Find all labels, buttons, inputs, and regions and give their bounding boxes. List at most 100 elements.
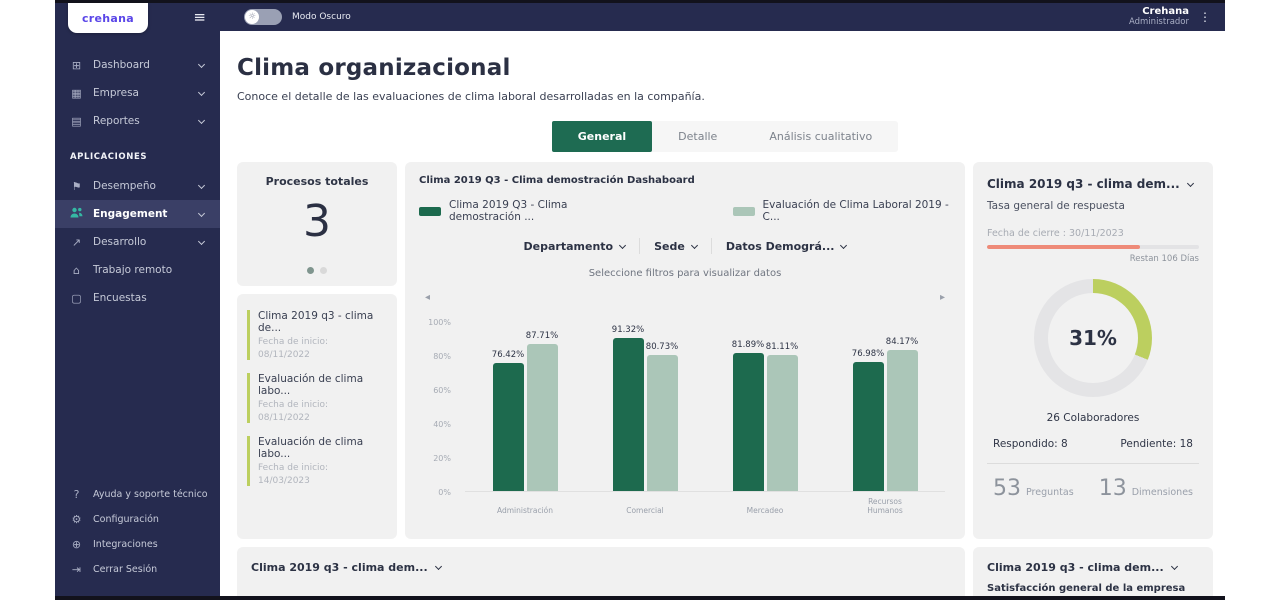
chart-filters: Departamento Sede Datos Demográ... [419, 238, 951, 254]
gear-icon: ⚙ [70, 513, 83, 526]
sidebar-nav: ⊞ Dashboard ▦ Empresa ▤ Reportes APLICAC… [55, 51, 220, 312]
sidebar-item-empresa[interactable]: ▦ Empresa [55, 79, 220, 107]
topbar: ☼ Modo Oscuro Crehana Administrador ⋮ [220, 3, 1225, 31]
bar-value-label: 81.89% [732, 340, 764, 350]
dark-mode-label: Modo Oscuro [292, 12, 351, 22]
questions-stat: 53 Preguntas [993, 476, 1074, 501]
chevron-down-icon [691, 241, 698, 248]
x-axis-label: Recursos Humanos [855, 497, 915, 515]
bar: 91.32% [613, 338, 644, 491]
bar-plot: 76.42%87.71%Administración91.32%80.73%Co… [465, 323, 945, 492]
legend-label: Evaluación de Clima Laboral 2019 - C... [763, 199, 951, 223]
legend-item: Evaluación de Clima Laboral 2019 - C... [733, 199, 951, 223]
chart-title: Clima 2019 Q3 - Clima demostración Dasha… [419, 175, 951, 186]
bar-value-label: 84.17% [886, 337, 918, 347]
x-axis-label: Mercadeo [735, 506, 795, 515]
chevron-down-icon [1187, 179, 1194, 186]
hamburger-menu-icon[interactable]: ≡ [193, 8, 206, 26]
sidebar-item-desarrollo[interactable]: ↗ Desarrollo [55, 228, 220, 256]
bottom-left-card-header[interactable]: Clima 2019 q3 - clima dem... [251, 561, 951, 574]
response-card-title: Clima 2019 q3 - clima dem... [987, 177, 1180, 191]
sidebar-item-label: Encuestas [93, 292, 147, 304]
dimensions-value: 13 [1099, 476, 1127, 501]
legend-swatch [733, 207, 755, 216]
carousel-prev-icon[interactable]: ◂ [425, 292, 430, 303]
dimensions-label: Dimensiones [1132, 487, 1193, 498]
tab-general[interactable]: General [552, 121, 652, 152]
reports-icon: ▤ [70, 115, 83, 128]
sidebar-item-cerrar-sesion[interactable]: ⇥ Cerrar Sesión [55, 557, 220, 582]
sidebar-item-engagement[interactable]: Engagement [55, 200, 220, 228]
carousel-dot[interactable] [307, 267, 314, 274]
account-info[interactable]: Crehana Administrador [1129, 6, 1189, 27]
bottom-right-card-subtitle: Satisfacción general de la empresa [987, 583, 1199, 594]
sidebar-item-label: Reportes [93, 115, 140, 127]
carousel-dots [237, 267, 397, 274]
process-date: 14/03/2023 [258, 476, 387, 486]
sidebar-item-reportes[interactable]: ▤ Reportes [55, 107, 220, 135]
list-item[interactable]: Evaluación de clima labo... Fecha de ini… [247, 436, 387, 486]
chevron-down-icon [198, 238, 205, 245]
sidebar-item-integraciones[interactable]: ⊕ Integraciones [55, 532, 220, 557]
process-date: 08/11/2022 [258, 413, 387, 423]
sidebar-item-encuestas[interactable]: ▢ Encuestas [55, 284, 220, 312]
chevron-down-icon [1171, 563, 1178, 570]
account-role: Administrador [1129, 18, 1189, 28]
tab-detalle[interactable]: Detalle [652, 121, 743, 152]
divider [639, 238, 640, 254]
bar-value-label: 81.11% [766, 342, 798, 352]
filter-departamento[interactable]: Departamento [524, 240, 626, 253]
process-title: Clima 2019 q3 - clima de... [258, 310, 387, 334]
page-title: Clima organizacional [237, 55, 1213, 81]
sidebar-item-ayuda[interactable]: ? Ayuda y soporte técnico [55, 482, 220, 507]
integrations-icon: ⊕ [70, 538, 83, 551]
carousel-next-icon[interactable]: ▸ [940, 292, 945, 303]
sidebar-item-dashboard[interactable]: ⊞ Dashboard [55, 51, 220, 79]
filter-datos-demograficos[interactable]: Datos Demográ... [726, 240, 847, 253]
list-item[interactable]: Clima 2019 q3 - clima de... Fecha de ini… [247, 310, 387, 360]
remaining-days-label: Restan 106 Días [987, 254, 1199, 264]
carousel-dot[interactable] [320, 267, 327, 274]
tab-analisis-cualitativo[interactable]: Análisis cualitativo [743, 121, 898, 152]
sidebar-item-label: Desempeño [93, 180, 156, 192]
bar-value-label: 87.71% [526, 331, 558, 341]
sidebar-item-configuracion[interactable]: ⚙ Configuración [55, 507, 220, 532]
company-icon: ▦ [70, 87, 83, 100]
legend-item: Clima 2019 Q3 - Clima demostración ... [419, 199, 638, 223]
chart-card: Clima 2019 Q3 - Clima demostración Dasha… [405, 162, 965, 539]
sidebar-item-label: Integraciones [93, 539, 158, 550]
help-icon: ? [70, 488, 83, 501]
process-date-label: Fecha de inicio: [258, 400, 387, 410]
sidebar-item-label: Empresa [93, 87, 139, 99]
flag-icon: ⚑ [70, 180, 83, 193]
chevron-down-icon [435, 563, 442, 570]
response-card-header[interactable]: Clima 2019 q3 - clima dem... [987, 177, 1199, 191]
bottom-right-card-header[interactable]: Clima 2019 q3 - clima dem... [987, 561, 1199, 574]
response-rate-card: Clima 2019 q3 - clima dem... Tasa genera… [973, 162, 1213, 539]
page-subtitle: Conoce el detalle de las evaluaciones de… [237, 90, 1213, 103]
brand-logo[interactable]: crehana [68, 3, 148, 33]
bar: 81.89% [733, 353, 764, 491]
bar-group: 81.89%81.11%Mercadeo [733, 323, 798, 491]
filter-sede[interactable]: Sede [654, 240, 697, 253]
bar: 76.42% [493, 363, 524, 491]
chevron-down-icon [198, 61, 205, 68]
bar: 87.71% [527, 344, 558, 491]
sidebar-item-label: Engagement [93, 208, 167, 220]
legend-label: Clima 2019 Q3 - Clima demostración ... [449, 199, 638, 223]
bottom-left-card: Clima 2019 q3 - clima dem... [237, 547, 965, 596]
kebab-menu-icon[interactable]: ⋮ [1199, 10, 1211, 24]
chevron-down-icon [619, 241, 626, 248]
sidebar-item-desempeno[interactable]: ⚑ Desempeño [55, 172, 220, 200]
list-item[interactable]: Evaluación de clima labo... Fecha de ini… [247, 373, 387, 423]
sidebar-item-label: Configuración [93, 514, 159, 525]
dark-mode-toggle[interactable]: ☼ [244, 9, 282, 25]
procesos-totales-card: Procesos totales 3 [237, 162, 397, 286]
app-frame: crehana ≡ ⊞ Dashboard ▦ Empresa ▤ Report… [55, 0, 1225, 600]
bar-group: 76.98%84.17%Recursos Humanos [853, 323, 918, 491]
sidebar-item-trabajo-remoto[interactable]: ⌂ Trabajo remoto [55, 256, 220, 284]
divider [987, 463, 1199, 464]
tab-bar: General Detalle Análisis cualitativo [552, 121, 898, 152]
sidebar-item-label: Desarrollo [93, 236, 146, 248]
x-axis-label: Comercial [615, 506, 675, 515]
